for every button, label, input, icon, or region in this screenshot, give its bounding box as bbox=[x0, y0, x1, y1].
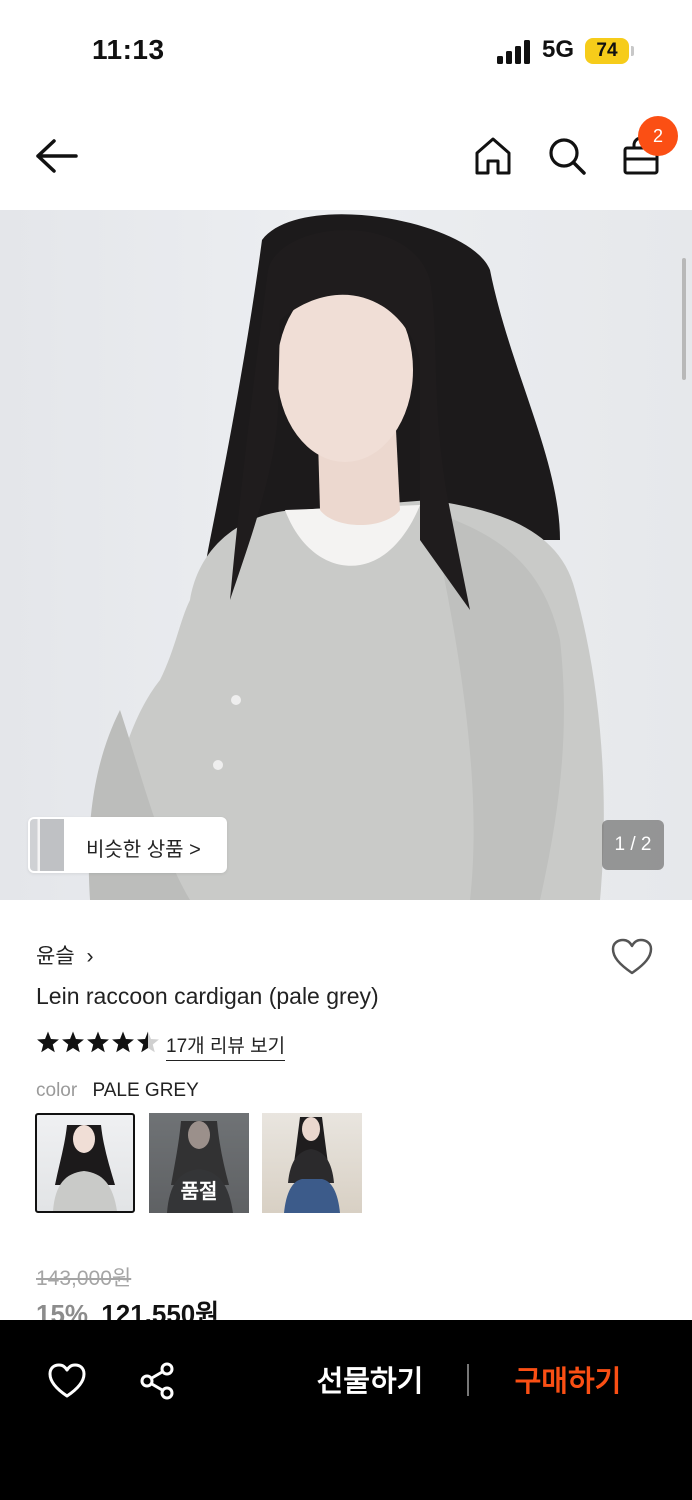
similar-products-thumbnail bbox=[30, 819, 64, 871]
battery-tip bbox=[631, 46, 634, 56]
brand-name: 윤슬 bbox=[36, 945, 75, 968]
button-divider bbox=[467, 1364, 469, 1396]
model-illustration bbox=[88, 214, 604, 900]
rating-stars bbox=[37, 1031, 159, 1053]
nav-bar bbox=[0, 100, 692, 210]
search-icon[interactable] bbox=[547, 136, 587, 176]
bottom-action-bar: 선물하기 구매하기 bbox=[0, 1320, 692, 1500]
swatch-thumbnail bbox=[284, 1117, 340, 1213]
wishlist-heart-icon[interactable] bbox=[611, 938, 653, 976]
sold-out-label: 품절 bbox=[180, 1181, 218, 1203]
color-label: color bbox=[36, 1080, 78, 1101]
star-icon bbox=[137, 1031, 159, 1053]
battery-indicator: 74 bbox=[585, 38, 629, 64]
star-icon bbox=[112, 1031, 134, 1053]
color-row: color PALE GREY bbox=[36, 1080, 199, 1102]
network-label: 5G bbox=[542, 36, 575, 63]
star-icon bbox=[37, 1031, 59, 1053]
buy-button[interactable]: 구매하기 bbox=[488, 1358, 648, 1406]
gift-button[interactable]: 선물하기 bbox=[290, 1358, 450, 1406]
share-icon[interactable] bbox=[139, 1362, 175, 1400]
color-swatch-pale-grey[interactable] bbox=[35, 1113, 135, 1213]
image-page-counter: 1 / 2 bbox=[602, 820, 664, 870]
scrollbar-thumb[interactable] bbox=[682, 258, 686, 380]
star-icon bbox=[62, 1031, 84, 1053]
original-price: 143,000원 bbox=[36, 1267, 132, 1290]
chevron-right-icon: › bbox=[86, 945, 94, 968]
similar-products-button[interactable]: 비슷한 상품 > bbox=[28, 817, 227, 873]
signal-icon bbox=[497, 40, 530, 64]
cart-count-badge: 2 bbox=[638, 116, 678, 156]
heart-icon[interactable] bbox=[48, 1363, 86, 1399]
color-swatch-3[interactable] bbox=[262, 1113, 362, 1213]
status-bar: 11:13 5G 74 bbox=[0, 0, 692, 100]
product-title: Lein raccoon cardigan (pale grey) bbox=[36, 983, 379, 1009]
star-icon bbox=[87, 1031, 109, 1053]
product-image[interactable] bbox=[0, 210, 692, 900]
home-icon[interactable] bbox=[474, 136, 512, 176]
color-swatch-sold-out[interactable]: 품절 bbox=[149, 1113, 249, 1213]
swatch-thumbnail bbox=[53, 1125, 117, 1211]
reviews-link[interactable]: 17개 리뷰 보기 bbox=[166, 1031, 286, 1061]
similar-products-label: 비슷한 상품 > bbox=[86, 839, 201, 861]
color-value: PALE GREY bbox=[92, 1080, 199, 1101]
brand-link[interactable]: 윤슬 › bbox=[36, 940, 93, 970]
status-time: 11:13 bbox=[92, 34, 165, 65]
back-arrow-icon[interactable] bbox=[34, 136, 78, 176]
